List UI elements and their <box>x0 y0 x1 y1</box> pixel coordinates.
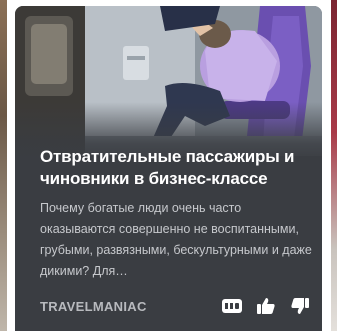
more-icon <box>222 299 242 313</box>
article-card[interactable]: Отвратительные пассажиры и чиновники в б… <box>15 6 322 331</box>
like-icon <box>257 297 275 315</box>
next-card-edge[interactable] <box>331 0 337 331</box>
dislike-icon <box>291 297 309 315</box>
like-button[interactable] <box>254 294 278 318</box>
card-footer: TRAVELMANIAC <box>40 294 312 318</box>
channel-name-link[interactable]: TRAVELMANIAC <box>40 299 147 314</box>
dislike-button[interactable] <box>288 294 312 318</box>
previous-card-edge[interactable] <box>0 0 7 331</box>
more-button[interactable] <box>220 294 244 318</box>
card-actions <box>220 294 312 318</box>
feed-page: Отвратительные пассажиры и чиновники в б… <box>0 0 337 331</box>
article-title[interactable]: Отвратительные пассажиры и чиновники в б… <box>40 146 312 190</box>
article-snippet[interactable]: Почему богатые люди очень часто оказываю… <box>40 198 312 282</box>
